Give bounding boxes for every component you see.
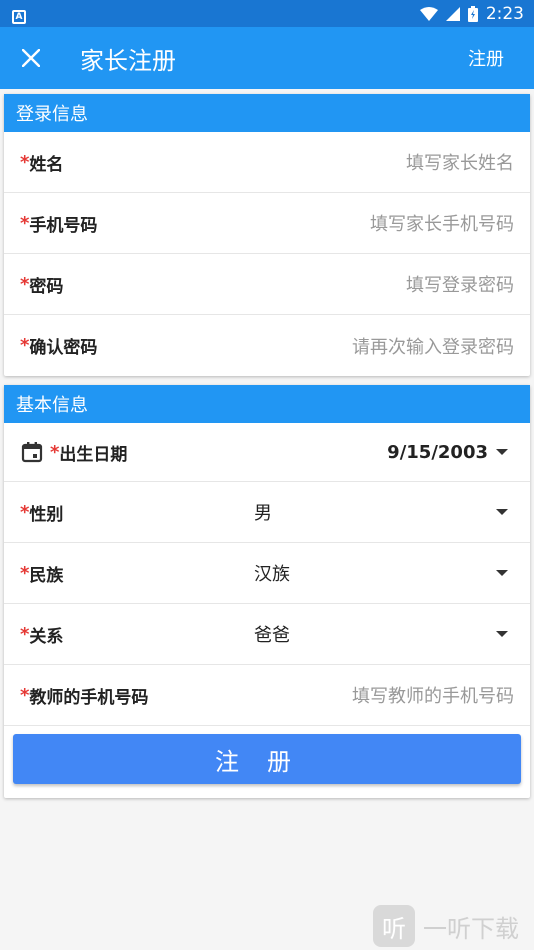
password-input[interactable]: 填写登录密码 bbox=[406, 271, 514, 297]
phone-label: 手机号码 bbox=[29, 215, 98, 236]
wifi-icon bbox=[419, 6, 438, 21]
teacher-phone-input[interactable]: 填写教师的手机号码 bbox=[352, 682, 514, 708]
gender-select[interactable]: 男 bbox=[254, 499, 272, 525]
watermark: 听 一听下载 bbox=[373, 905, 519, 947]
confirm-password-label: 确认密码 bbox=[29, 338, 98, 358]
close-icon bbox=[22, 49, 40, 67]
required-mark: * bbox=[20, 623, 30, 645]
status-bar-right: 2:23 bbox=[419, 3, 524, 24]
birth-date-label: 出生日期 bbox=[59, 444, 128, 465]
chevron-down-icon[interactable] bbox=[496, 449, 508, 455]
gender-field[interactable]: * 性别 男 bbox=[4, 482, 530, 543]
required-mark: * bbox=[50, 441, 60, 463]
close-button[interactable] bbox=[0, 27, 62, 89]
phone-field[interactable]: * 手机号码 填写家长手机号码 bbox=[4, 193, 530, 254]
signal-icon bbox=[445, 6, 460, 21]
required-mark: * bbox=[20, 684, 30, 706]
confirm-password-field[interactable]: * 确认密码 请再次输入登录密码 bbox=[4, 315, 530, 376]
required-mark: * bbox=[20, 562, 30, 584]
birth-date-value[interactable]: 9/15/2003 bbox=[387, 442, 488, 463]
teacher-phone-label: 教师的手机号码 bbox=[29, 687, 149, 708]
required-mark: * bbox=[20, 212, 30, 234]
calendar-icon[interactable] bbox=[20, 440, 44, 464]
password-label: 密码 bbox=[29, 276, 64, 297]
battery-icon bbox=[467, 5, 478, 22]
gender-label: 性别 bbox=[29, 504, 64, 525]
notification-icon: A bbox=[12, 9, 26, 24]
status-bar: A 2:23 bbox=[0, 0, 534, 27]
chevron-down-icon[interactable] bbox=[496, 631, 508, 637]
chevron-down-icon[interactable] bbox=[496, 509, 508, 515]
status-bar-left: A bbox=[12, 4, 26, 24]
confirm-password-input[interactable]: 请再次输入登录密码 bbox=[352, 333, 514, 359]
submit-register-button[interactable]: 注册 bbox=[13, 734, 521, 784]
relation-field[interactable]: * 关系 爸爸 bbox=[4, 604, 530, 665]
submit-area: 注册 bbox=[4, 726, 530, 798]
relation-label: 关系 bbox=[29, 626, 64, 647]
required-mark: * bbox=[20, 151, 30, 173]
password-field[interactable]: * 密码 填写登录密码 bbox=[4, 254, 530, 315]
watermark-text: 一听下载 bbox=[423, 914, 519, 943]
name-field[interactable]: * 姓名 填写家长姓名 bbox=[4, 132, 530, 193]
ethnicity-select[interactable]: 汉族 bbox=[254, 560, 290, 586]
teacher-phone-field[interactable]: * 教师的手机号码 填写教师的手机号码 bbox=[4, 665, 530, 726]
required-mark: * bbox=[20, 273, 30, 295]
required-mark: * bbox=[20, 335, 30, 356]
ethnicity-label: 民族 bbox=[29, 565, 64, 586]
required-mark: * bbox=[20, 501, 30, 523]
ethnicity-field[interactable]: * 民族 汉族 bbox=[4, 543, 530, 604]
register-action-button[interactable]: 注册 bbox=[448, 27, 534, 89]
phone-input[interactable]: 填写家长手机号码 bbox=[370, 210, 514, 236]
chevron-down-icon[interactable] bbox=[496, 570, 508, 576]
app-bar: 家长注册 注册 bbox=[0, 27, 534, 89]
basic-info-header: 基本信息 bbox=[4, 385, 530, 423]
watermark-logo: 听 bbox=[373, 905, 415, 947]
name-label: 姓名 bbox=[29, 154, 64, 175]
login-info-card: 登录信息 * 姓名 填写家长姓名 * 手机号码 填写家长手机号码 * 密码 填写… bbox=[4, 94, 530, 376]
name-input[interactable]: 填写家长姓名 bbox=[406, 149, 514, 175]
status-time: 2:23 bbox=[485, 3, 524, 24]
login-info-header: 登录信息 bbox=[4, 94, 530, 132]
page-title: 家长注册 bbox=[80, 46, 176, 75]
relation-select[interactable]: 爸爸 bbox=[254, 621, 290, 647]
basic-info-card: 基本信息 * 出生日期 9/15/2003 * 性别 男 * 民族 汉族 * 关… bbox=[4, 385, 530, 798]
birth-date-field[interactable]: * 出生日期 9/15/2003 bbox=[4, 423, 530, 482]
